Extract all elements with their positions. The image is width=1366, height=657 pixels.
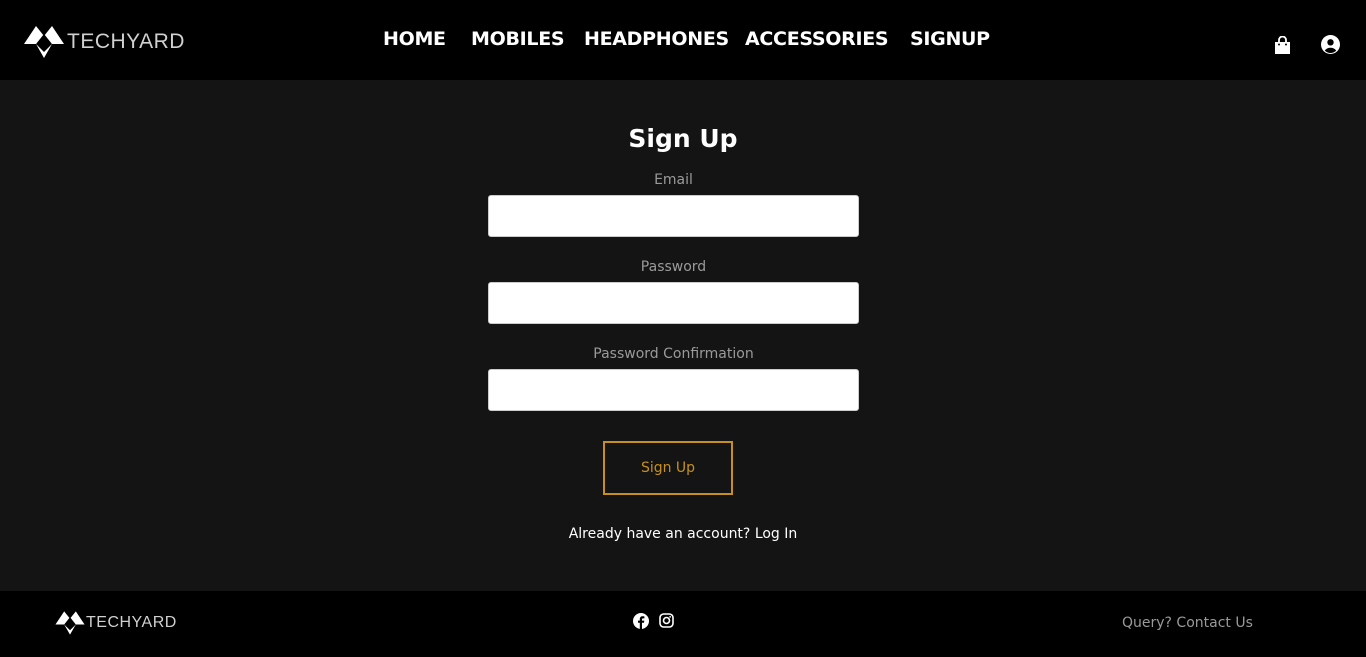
user-account-icon[interactable] xyxy=(1321,35,1340,58)
password-field[interactable] xyxy=(488,282,859,324)
nav-signup[interactable]: SIGNUP xyxy=(910,28,990,50)
contact-us-link[interactable]: Query? Contact Us xyxy=(1122,615,1253,631)
page-title: Sign Up xyxy=(628,124,738,153)
facebook-icon[interactable] xyxy=(633,613,649,633)
shopping-bag-icon[interactable] xyxy=(1274,35,1291,59)
nav-mobiles[interactable]: MOBILES xyxy=(471,28,565,50)
password-confirmation-field[interactable] xyxy=(488,369,859,411)
footer: TECHYARD Query? Contact Us xyxy=(0,591,1366,657)
signup-button[interactable]: Sign Up xyxy=(603,441,733,495)
password-label: Password xyxy=(640,259,707,275)
instagram-icon[interactable] xyxy=(659,613,674,632)
footer-brand-logo[interactable]: TECHYARD xyxy=(54,608,177,638)
email-label: Email xyxy=(654,172,693,188)
nav-home[interactable]: HOME xyxy=(383,28,446,50)
nav-accessories[interactable]: ACCESSORIES xyxy=(745,28,889,50)
techyard-logo-icon xyxy=(55,611,85,635)
navbar: TECHYARD HOME MOBILES HEADPHONES ACCESSO… xyxy=(0,0,1366,80)
login-prompt: Already have an account? Log In xyxy=(0,526,1366,542)
login-prompt-text: Already have an account? xyxy=(568,526,751,542)
nav-headphones[interactable]: HEADPHONES xyxy=(584,28,729,50)
footer-brand-name: TECHYARD xyxy=(86,614,177,631)
main-nav: HOME MOBILES HEADPHONES ACCESSORIES SIGN… xyxy=(0,28,1366,54)
password-confirmation-label: Password Confirmation xyxy=(593,346,754,362)
login-link[interactable]: Log In xyxy=(755,526,797,542)
email-field[interactable] xyxy=(488,195,859,237)
